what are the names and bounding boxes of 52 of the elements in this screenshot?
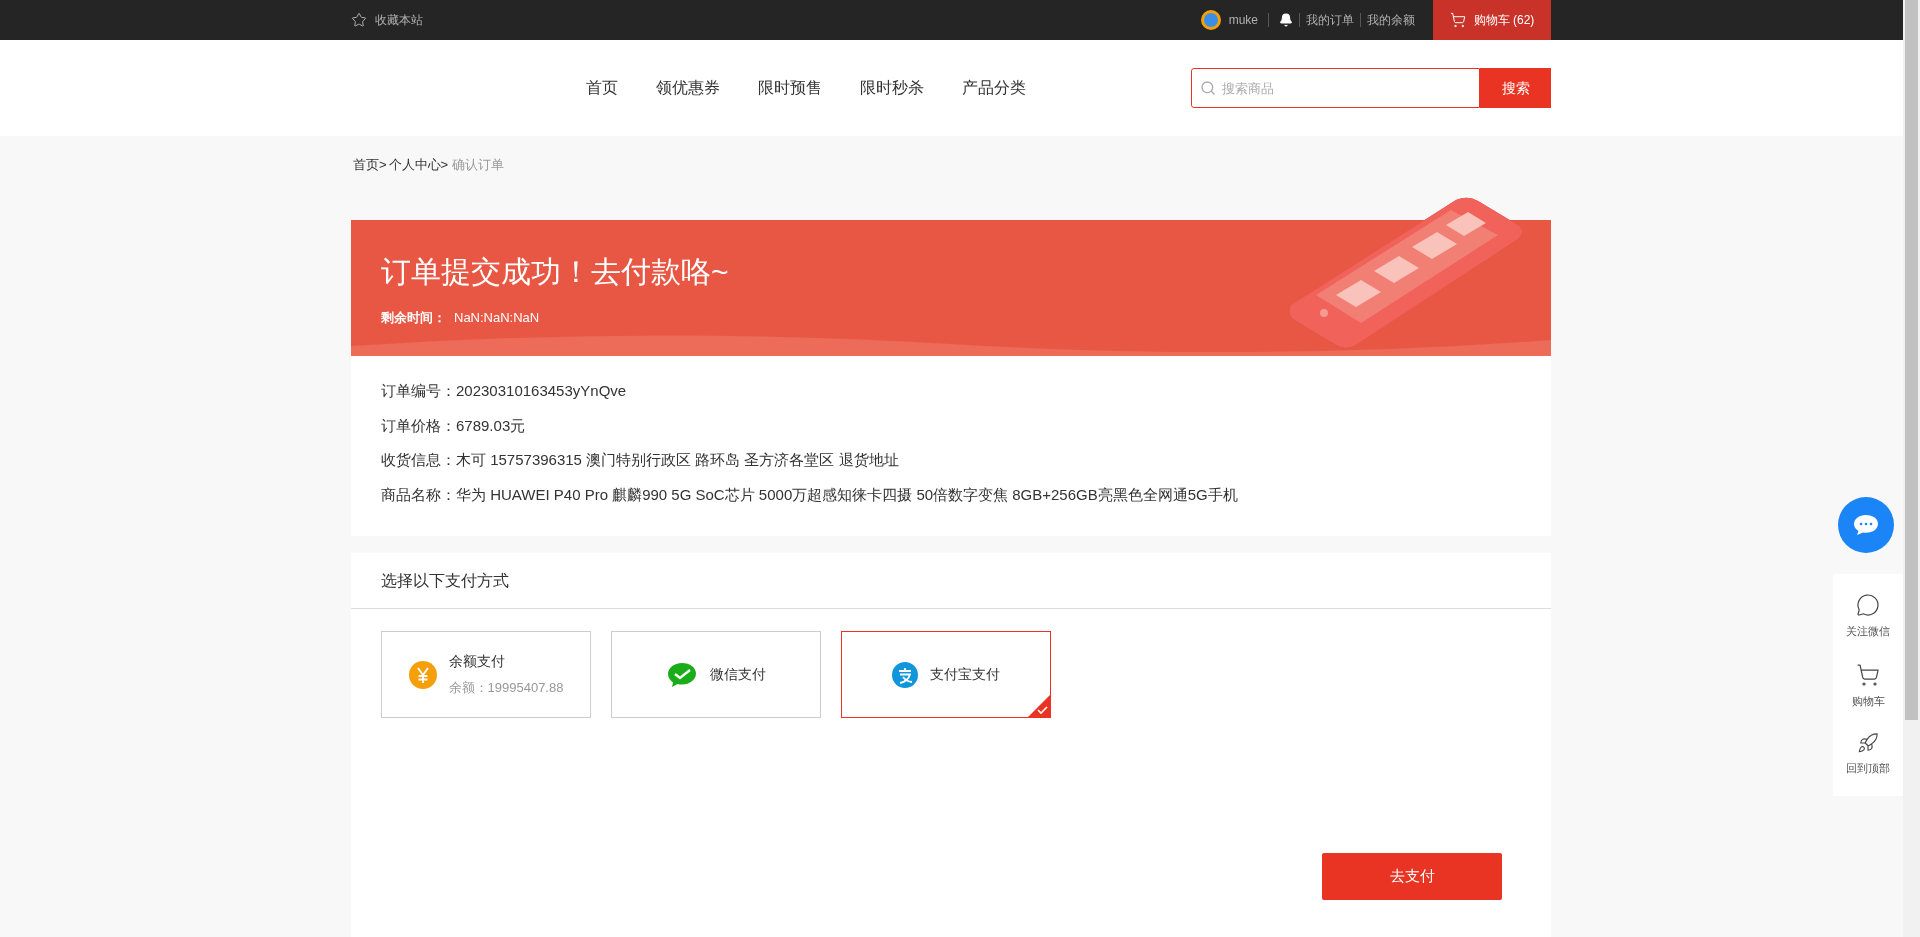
user-avatar-icon [1200,10,1221,30]
star-icon [351,12,367,28]
side-tool[interactable]: 回到顶部 [1846,732,1890,777]
nav-link[interactable]: 领优惠券 [656,76,720,100]
payment-option[interactable]: 微信支付 [611,631,821,718]
payment-option[interactable]: 余额支付 余额：19995407.88 [381,631,591,718]
chat-button[interactable] [1838,497,1894,553]
cart-icon [1449,12,1466,28]
top-link[interactable]: 我的订单 [1306,11,1354,29]
nav-link[interactable]: 首页 [586,76,618,100]
info-label: 订单编号： [381,381,456,401]
rocket-icon [1857,732,1879,755]
info-label: 收货信息： [381,450,456,470]
payment-option[interactable]: 支付宝支付 [841,631,1051,718]
side-tool[interactable]: 购物车 [1851,662,1885,710]
search-field[interactable]: 搜索商品 [1191,68,1480,108]
scrollbar[interactable] [1903,0,1920,937]
chat-bubble-check-icon [666,660,698,689]
side-tool[interactable]: 关注微信 [1846,593,1890,640]
info-value: 华为 HUAWEI P40 Pro 麒麟990 5G SoC芯片 5000万超感知徕卡四摄 50倍数字变焦 8GB+256GB亮黑色全网通5G手机 [456,484,1238,505]
balance-amount: 余额：19995407.88 [448,679,564,698]
selected-corner-check-icon [1028,695,1050,717]
info-value: 木可 15757396315 澳门特别行政区 路环岛 圣方济各堂区 退货地址 [456,450,899,470]
top-link[interactable]: 我的余额 [1367,11,1415,29]
cart-icon [1856,662,1880,687]
cart-button[interactable]: 购物车 (62) [1433,0,1551,40]
payment-label: 余额支付 [448,652,505,672]
alipay-logo-icon [892,661,918,688]
pay-button[interactable]: 去支付 [1322,853,1502,900]
payment-title: 选择以下支付方式 [351,553,1551,609]
banner-title: 订单提交成功！去付款咯~ [381,253,730,290]
search-icon [1200,80,1216,96]
breadcrumb-link[interactable]: 首页> [353,155,387,175]
chat-bubble-icon [1853,514,1879,536]
yen-coin-icon [408,660,437,689]
nav-link[interactable]: 限时预售 [758,76,822,100]
countdown-label: 剩余时间： [381,308,446,327]
countdown-value: NaN:NaN:NaN [454,308,540,327]
payment-label: 微信支付 [710,665,766,684]
breadcrumb-current-page: 确认订单 [452,156,505,175]
info-label: 商品名称： [381,484,456,505]
favorite-link[interactable]: 收藏本站 [351,11,423,29]
payment-label: 支付宝支付 [930,665,1000,684]
nav-link[interactable]: 产品分类 [962,76,1026,100]
info-value: 20230310163453yYnQve [456,381,627,401]
nav-link[interactable]: 限时秒杀 [860,76,924,100]
bell-icon[interactable] [1279,13,1293,27]
username[interactable]: muke [1228,11,1258,29]
breadcrumb-link[interactable]: 个人中心> [388,155,449,175]
search-button[interactable]: 搜索 [1480,68,1551,108]
info-label: 订单价格： [381,415,456,436]
info-value: 6789.03元 [456,415,526,436]
